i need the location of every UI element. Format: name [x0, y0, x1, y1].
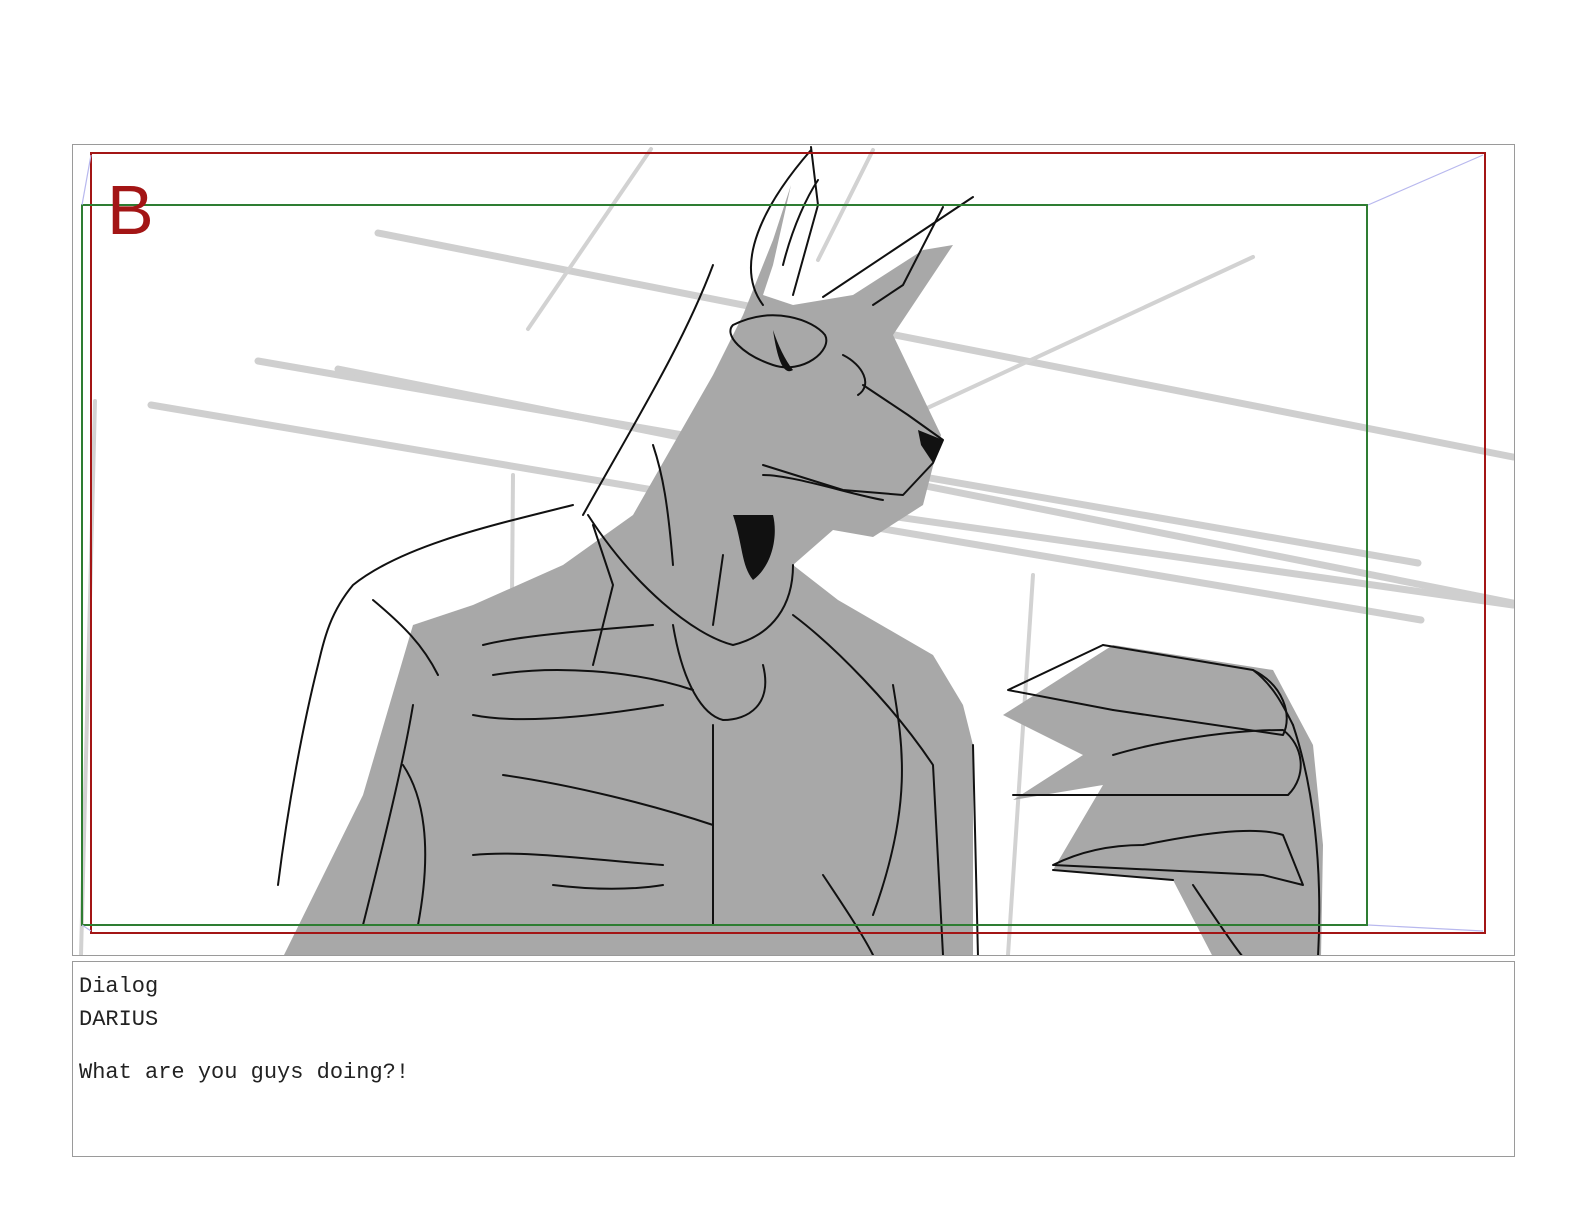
dialog-heading: Dialog	[79, 974, 159, 999]
dialog-character-name: DARIUS	[79, 1007, 159, 1032]
dialog-line: What are you guys doing?!	[79, 1060, 410, 1085]
storyboard-sketch	[79, 146, 1514, 955]
dialog-box: Dialog DARIUS What are you guys doing?!	[72, 961, 1515, 1157]
storyboard-panel-frame: B	[72, 144, 1515, 956]
panel-label: B	[107, 171, 154, 249]
